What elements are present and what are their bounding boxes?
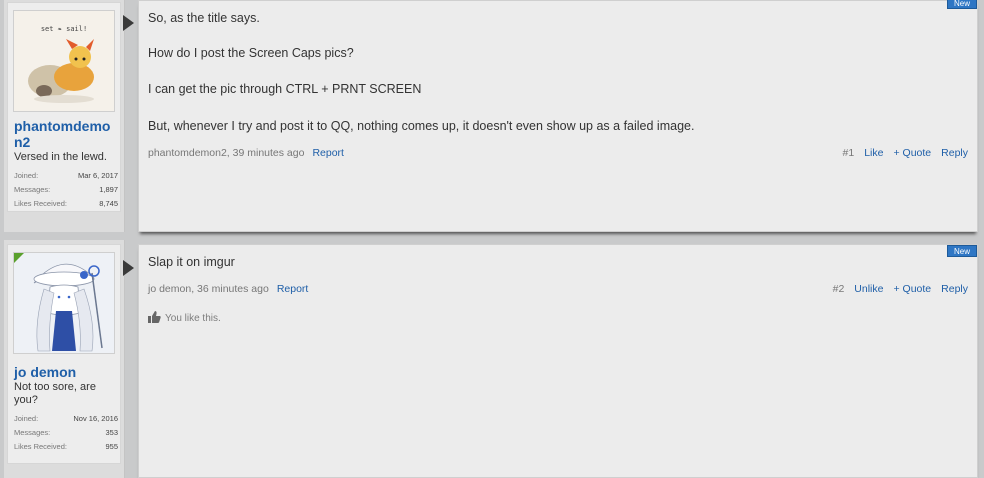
stat-messages: Messages: 353 [14,428,118,437]
post-pointer-arrow [123,15,134,31]
stat-likes-received: Likes Received: 955 [14,442,118,451]
user-info-column: jo demon Not too sore, are you? Joined: … [4,240,125,478]
new-badge: New [947,245,977,257]
report-link[interactable]: Report [277,283,309,295]
user-info-column: set ❧ sail! phantomdemon2 Versed in the … [4,0,125,232]
post-pointer-arrow [123,260,134,276]
post-author-time[interactable]: jo demon, 36 minutes ago [148,283,269,295]
like-link[interactable]: Like [864,147,883,159]
username-link[interactable]: jo demon [14,364,118,380]
message-meta: jo demon, 36 minutes ago Report #2 Unlike +… [148,282,968,296]
avatar-image [14,253,114,353]
post-author-time[interactable]: phantomdemon2, 39 minutes ago [148,147,304,159]
thumbs-up-icon [148,311,161,326]
user-info-card: jo demon Not too sore, are you? Joined: … [7,244,121,464]
avatar[interactable]: set ❧ sail! [13,10,115,112]
username-link[interactable]: phantomdemon2 [14,118,118,150]
user-stats: Joined: Mar 6, 2017 Messages: 1,897 Like… [14,169,118,211]
user-info-card: set ❧ sail! phantomdemon2 Versed in the … [7,2,121,212]
post-number-link[interactable]: #1 [843,147,855,159]
message-line: I can get the pic through CTRL + PRNT SC… [148,82,422,96]
avatar-image: set ❧ sail! [14,11,114,111]
post-1: set ❧ sail! phantomdemon2 Versed in the … [0,0,984,232]
report-link[interactable]: Report [312,147,344,159]
quote-link[interactable]: + Quote [893,283,931,295]
reply-link[interactable]: Reply [941,283,968,295]
message-body: New So, as the title says. How do I post… [138,0,978,232]
message-body: New Slap it on imgur jo demon, 36 minute… [138,244,978,478]
message-line: So, as the title says. [148,11,260,25]
stat-messages: Messages: 1,897 [14,185,118,194]
user-title: Versed in the lewd. [14,151,107,163]
stat-joined: Joined: Nov 16, 2016 [14,414,118,423]
new-badge: New [947,0,977,9]
unlike-link[interactable]: Unlike [854,283,883,295]
post-2: jo demon Not too sore, are you? Joined: … [0,240,984,478]
message-line: But, whenever I try and post it to QQ, n… [148,119,695,133]
message-line: Slap it on imgur [148,255,235,269]
online-indicator [14,253,24,263]
quote-link[interactable]: + Quote [893,147,931,159]
message-meta: phantomdemon2, 39 minutes ago Report #1 Li… [148,146,968,160]
message-line: How do I post the Screen Caps pics? [148,46,354,60]
avatar[interactable] [13,252,115,354]
avatar-caption: set ❧ sail! [41,25,87,33]
reply-link[interactable]: Reply [941,147,968,159]
stat-likes-received: Likes Received: 8,745 [14,199,118,208]
likes-summary: You like this. [148,311,221,326]
user-title: Not too sore, are you? [14,381,96,406]
stat-joined: Joined: Mar 6, 2017 [14,171,118,180]
user-stats: Joined: Nov 16, 2016 Messages: 353 Likes… [14,412,118,454]
post-number-link[interactable]: #2 [833,283,845,295]
likes-summary-text: You like this. [165,313,221,325]
